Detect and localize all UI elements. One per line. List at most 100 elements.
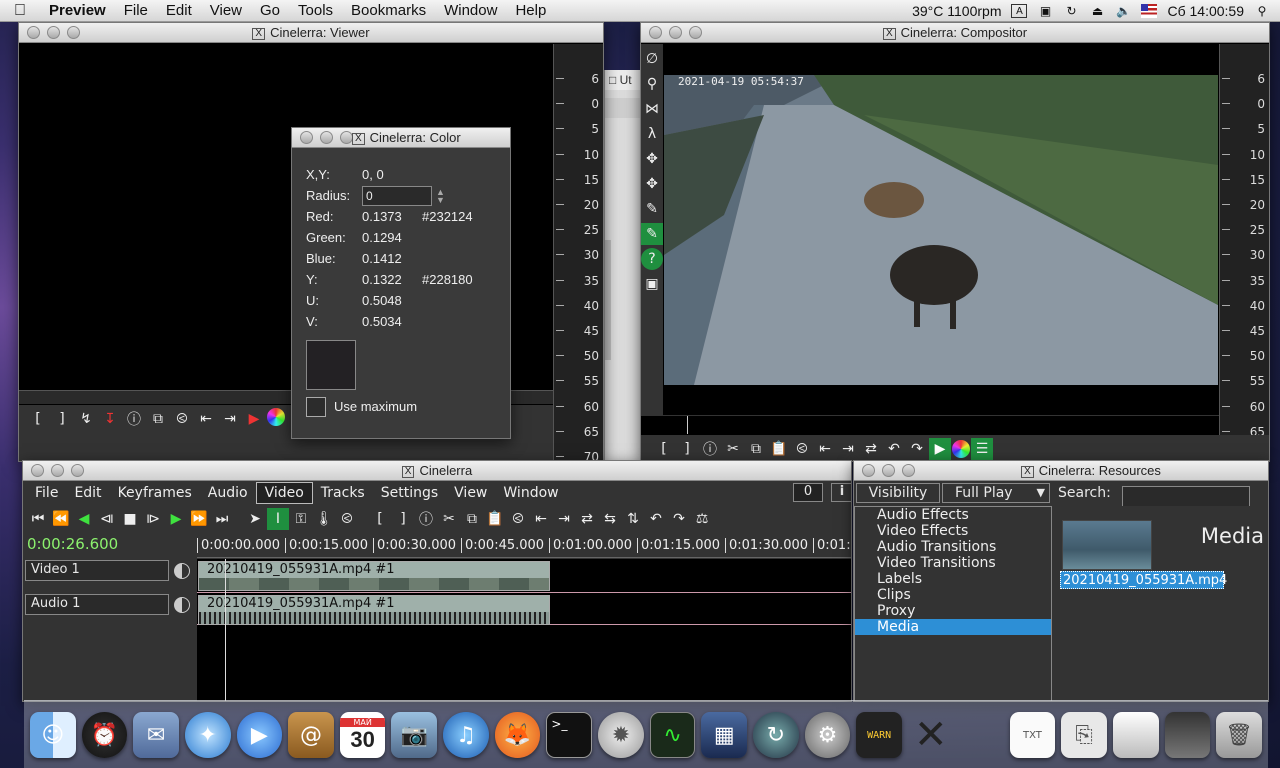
out-point-icon[interactable]: ] [51, 408, 73, 430]
firefox-icon[interactable]: 🦊 [494, 712, 541, 758]
next-label-icon[interactable]: ⇥ [553, 508, 575, 530]
itunes-icon[interactable]: ♫ [443, 712, 489, 758]
overwrite-icon[interactable]: ↧ [99, 408, 121, 430]
timeline-ruler[interactable]: 0:00:00.000 0:00:15.000 0:00:30.000 0:00:45… [197, 534, 851, 558]
info-icon[interactable]: ⓘ [699, 438, 721, 460]
zoom-tool-icon[interactable]: ⚲ [641, 73, 663, 95]
frame-back-icon[interactable]: ⧏ [96, 508, 118, 530]
menu-file[interactable]: File [27, 483, 66, 503]
menu-view[interactable]: View [201, 2, 251, 19]
copy-icon[interactable]: ⧉ [461, 508, 483, 530]
playhead[interactable] [687, 416, 688, 434]
fit-height-icon[interactable]: ⇅ [622, 508, 644, 530]
undo-icon[interactable]: ↶ [645, 508, 667, 530]
folder-item[interactable]: Video Effects [855, 523, 1051, 539]
calendar-icon[interactable]: МАЙ 30 [339, 712, 386, 758]
undo-icon[interactable]: ↶ [883, 438, 905, 460]
projector-tool-icon[interactable]: ✥ [641, 173, 663, 195]
fit-selection-icon[interactable]: ⇄ [860, 438, 882, 460]
dashboard-icon[interactable]: ⏰ [81, 712, 128, 758]
audio-clip[interactable]: 20210419_055931A.mp4 #1 [198, 595, 550, 625]
document-icon[interactable]: ⎘ [1061, 712, 1107, 758]
minimize-button[interactable] [669, 26, 682, 39]
zoom-button[interactable] [340, 131, 353, 144]
prev-label-icon[interactable]: ⇤ [530, 508, 552, 530]
app-menu[interactable]: Preview [40, 2, 115, 19]
play-icon[interactable]: ▶ [929, 438, 951, 460]
camera-tool-icon[interactable]: ✥ [641, 148, 663, 170]
folder-item[interactable]: Audio Effects [855, 507, 1051, 523]
safari-icon[interactable]: ✦ [184, 712, 231, 758]
folder-item[interactable]: Proxy [855, 603, 1051, 619]
menu-help[interactable]: Help [506, 2, 555, 19]
folder-item[interactable]: Audio Transitions [855, 539, 1051, 555]
search-input[interactable] [1122, 486, 1250, 508]
prev-label-icon[interactable]: ⇤ [814, 438, 836, 460]
rewind-start-icon[interactable]: ⏮ [27, 508, 49, 530]
menu-window[interactable]: Window [495, 483, 566, 503]
radius-input[interactable] [362, 185, 432, 206]
out-point-icon[interactable]: ] [392, 508, 414, 530]
asset-name[interactable]: 20210419_055931A.mp4 [1060, 571, 1227, 589]
track-expand-icon[interactable] [174, 596, 190, 613]
in-point-icon[interactable]: [ [27, 408, 49, 430]
compositor-timebar[interactable] [641, 415, 1219, 434]
help-tool-icon[interactable]: ? [641, 248, 663, 270]
terminal-icon[interactable]: >_ [546, 712, 593, 758]
track-audio-1[interactable]: Audio 1 [25, 594, 190, 615]
iphoto-icon[interactable]: 📷 [391, 712, 438, 758]
zoom-button[interactable] [902, 464, 915, 477]
close-button[interactable] [31, 464, 44, 477]
clock[interactable]: Сб 14:00:59 [1167, 3, 1244, 19]
prev-label-icon[interactable]: ⇤ [195, 408, 217, 430]
eject-icon[interactable]: ⏏ [1089, 4, 1105, 18]
paste-icon[interactable]: 📋 [768, 438, 790, 460]
flag-us-icon[interactable] [1141, 3, 1158, 18]
fan-control-icon[interactable]: ✹ [598, 712, 644, 758]
splice-icon[interactable]: ↯ [75, 408, 97, 430]
meters-icon[interactable]: ☰ [971, 438, 993, 460]
zoom-button[interactable] [689, 26, 702, 39]
close-button[interactable] [862, 464, 875, 477]
close-button[interactable] [649, 26, 662, 39]
screenshot-2-icon[interactable] [1164, 712, 1211, 758]
safe-region-icon[interactable]: ▣ [641, 273, 663, 295]
color-picker-icon[interactable] [952, 440, 970, 458]
info-icon[interactable]: ⓘ [123, 408, 145, 430]
label-tool-icon[interactable]: ⧀ [336, 508, 358, 530]
stop-icon[interactable]: ■ [119, 508, 141, 530]
visibility-button[interactable]: Visibility [856, 483, 940, 503]
track-name-field[interactable]: Video 1 [25, 560, 169, 581]
time-machine-icon[interactable]: ↻ [1063, 4, 1079, 18]
x11-icon[interactable]: ✕ [908, 712, 954, 758]
color-picker-icon[interactable] [267, 408, 285, 426]
fast-forward-icon[interactable]: ⏩ [188, 508, 210, 530]
zoom-counter[interactable]: 0 [793, 483, 823, 502]
thermometer-icon[interactable]: 🌡 [313, 508, 335, 530]
menu-edit[interactable]: Edit [157, 2, 201, 19]
menu-file[interactable]: File [115, 2, 157, 19]
console-icon[interactable]: WARN [856, 712, 902, 758]
in-point-icon[interactable]: [ [369, 508, 391, 530]
menu-settings[interactable]: Settings [373, 483, 446, 503]
color-titlebar[interactable]: X Cinelerra: Color [292, 128, 510, 148]
play-red-icon[interactable]: ▶ [243, 408, 265, 430]
resources-titlebar[interactable]: X Cinelerra: Resources [854, 461, 1268, 481]
close-button[interactable] [300, 131, 313, 144]
cut-icon[interactable]: ✂ [438, 508, 460, 530]
viewer-titlebar[interactable]: X Cinelerra: Viewer [19, 23, 603, 43]
system-preferences-icon[interactable]: ⚙ [804, 712, 851, 758]
render-icon[interactable]: ⚖ [691, 508, 713, 530]
redo-icon[interactable]: ↷ [668, 508, 690, 530]
address-book-icon[interactable]: @ [288, 712, 334, 758]
keyboard-icon[interactable]: A [1011, 3, 1028, 18]
screenshot-1-icon[interactable] [1112, 712, 1159, 758]
redo-icon[interactable]: ↷ [906, 438, 928, 460]
track-expand-icon[interactable] [174, 562, 190, 579]
play-icon[interactable]: ▶ [165, 508, 187, 530]
play-mode-select[interactable]: Full Play ▼ [942, 483, 1050, 503]
text-file-icon[interactable]: TXT [1009, 712, 1056, 758]
timeline-cursor[interactable] [225, 559, 226, 701]
in-point-icon[interactable]: [ [653, 438, 675, 460]
menu-bookmarks[interactable]: Bookmarks [342, 2, 435, 19]
